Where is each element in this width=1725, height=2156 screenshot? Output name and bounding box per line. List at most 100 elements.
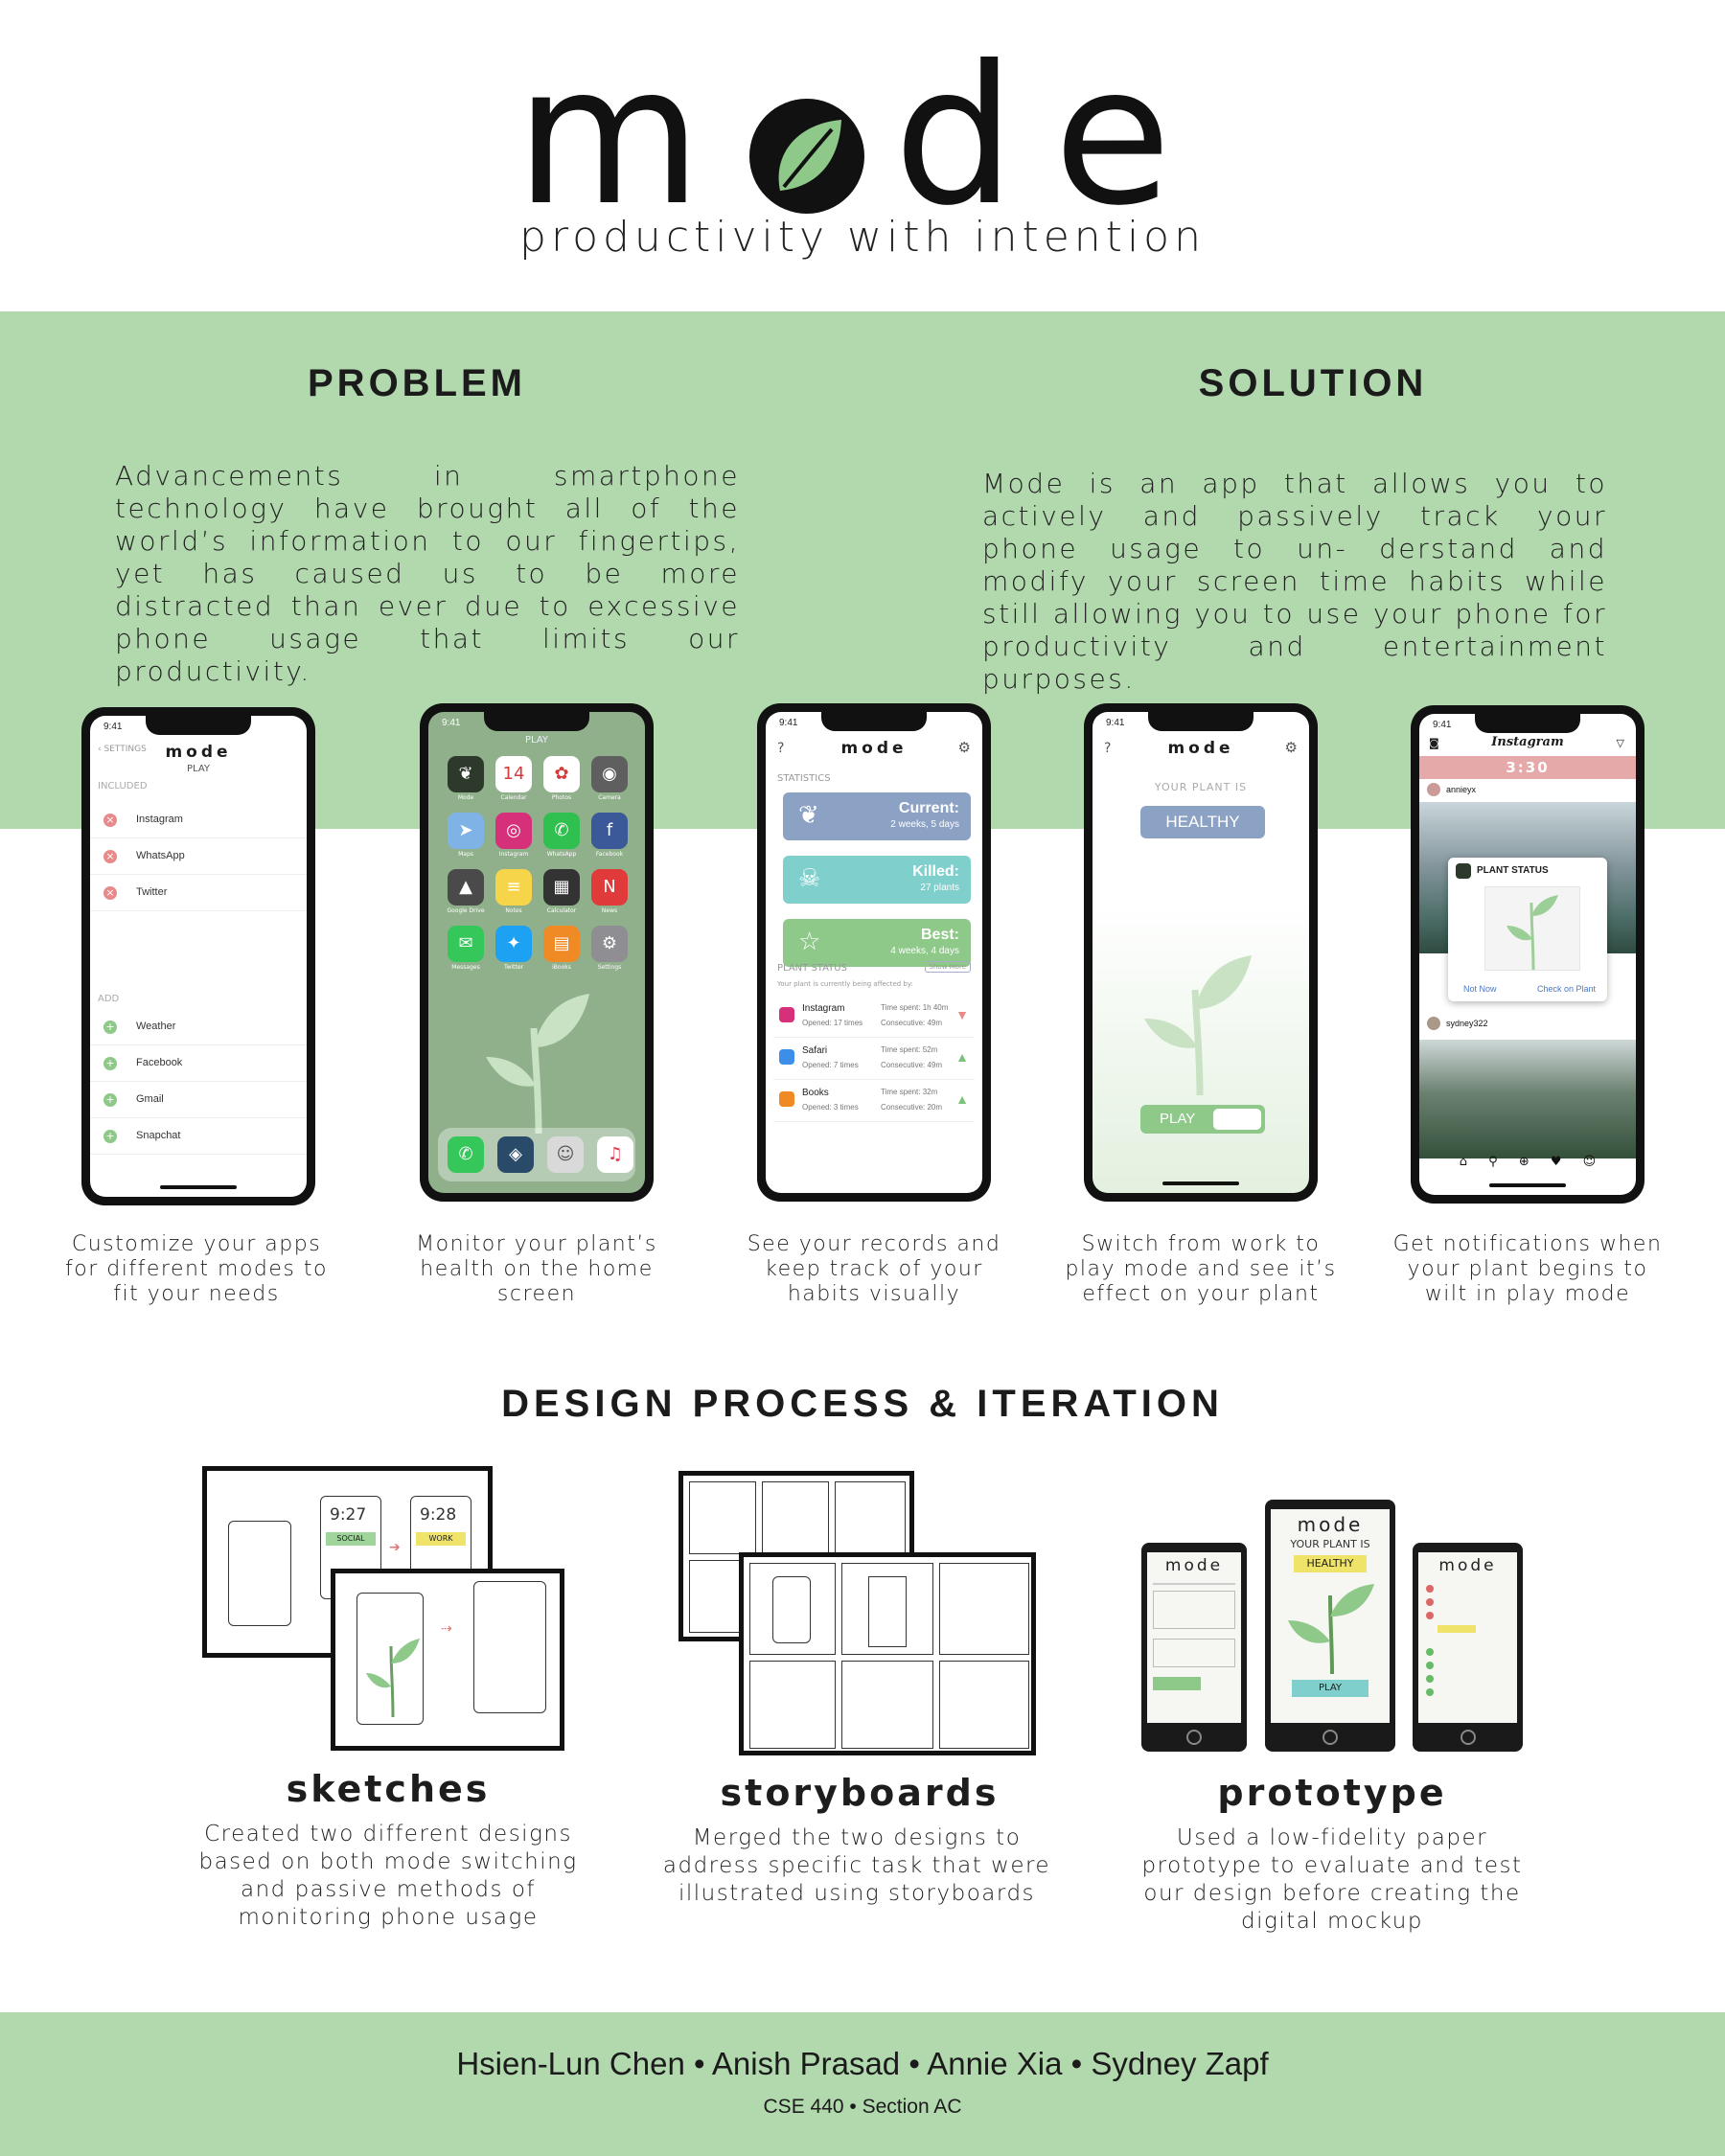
popup-title: PLANT STATUS xyxy=(1477,865,1549,876)
plant-icon xyxy=(486,994,589,1134)
caption-monitor: Monitor your plant’s health on the home … xyxy=(416,1232,657,1306)
mode-indicator: PLAY xyxy=(524,735,548,745)
avatar[interactable] xyxy=(1427,783,1440,796)
problem-title: PROBLEM xyxy=(308,362,526,404)
prototype-settings-screen: mode xyxy=(1413,1543,1523,1752)
tagline: productivity with intention xyxy=(519,213,1206,262)
remove-icon[interactable]: × xyxy=(104,850,117,863)
mode-subtitle: PLAY xyxy=(186,764,210,774)
app-icon-4[interactable]: ➤ Maps xyxy=(446,813,486,858)
caption-switch: Switch from work to play mode and see it… xyxy=(1065,1232,1337,1306)
post-username[interactable]: sydney322 xyxy=(1446,1019,1488,1028)
included-item[interactable]: × WhatsApp xyxy=(90,838,307,875)
music-app-icon[interactable]: ♫ xyxy=(597,1136,633,1173)
app-icon-9[interactable]: ≡ Notes xyxy=(494,869,534,914)
app-icon-3[interactable]: ◉ Camera xyxy=(589,756,630,801)
design-process-title: DESIGN PROCESS & ITERATION xyxy=(501,1383,1224,1425)
add-icon[interactable]: + xyxy=(104,1093,117,1107)
app-icon-13[interactable]: ✦ Twitter xyxy=(494,926,534,971)
plant-status-popup: PLANT STATUS Not Now Check on Plant xyxy=(1448,858,1607,1001)
phone-settings-mockup: 9:41 ‹ SETTINGS mode PLAY INCLUDED × Inst… xyxy=(81,707,315,1205)
add-item[interactable]: + Snapchat xyxy=(90,1118,307,1155)
app-icon-1[interactable]: 14 Calendar xyxy=(494,756,534,801)
app-grid: ❦ Mode 14 Calendar ✿ Photos ◉ Camera ➤ Maps ◎ Insta… xyxy=(442,756,633,982)
post-photo xyxy=(1419,1040,1636,1158)
status-time: 9:41 xyxy=(1106,718,1125,728)
phone-statistics-mockup: 9:41 ? mode ⚙ STATISTICS ❦ Current: 2 week… xyxy=(757,703,991,1202)
remove-icon[interactable]: × xyxy=(104,814,117,827)
prototype-text: Used a low-fidelity paper prototype to e… xyxy=(1141,1825,1523,1934)
gear-icon[interactable]: ⚙ xyxy=(958,739,971,756)
post-username[interactable]: annieyx xyxy=(1446,785,1476,794)
plant-image xyxy=(1484,886,1580,971)
remove-icon[interactable]: × xyxy=(104,886,117,900)
gear-icon[interactable]: ⚙ xyxy=(1285,739,1298,756)
phone-plant-mockup: 9:41 ? mode ⚙ YOUR PLANT IS HEALTHY PLAY… xyxy=(1084,703,1318,1202)
sketches-label: sketches xyxy=(286,1768,491,1810)
app-icon-14[interactable]: ▤ iBooks xyxy=(541,926,582,971)
storyboard-image-front xyxy=(739,1552,1036,1755)
app-icon-12[interactable]: ✉ Messages xyxy=(446,926,486,971)
authors: Hsien-Lun Chen • Anish Prasad • Annie Xi… xyxy=(456,2046,1269,2081)
screen-title: mode xyxy=(840,739,908,758)
profile-icon[interactable]: ☺ xyxy=(1583,1155,1597,1169)
check-plant-button[interactable]: Check on Plant xyxy=(1537,984,1596,994)
app-icon-6[interactable]: ✆ WhatsApp xyxy=(541,813,582,858)
send-icon[interactable]: ▽ xyxy=(1617,737,1624,749)
add-item[interactable]: + Facebook xyxy=(90,1045,307,1082)
safari-app-icon[interactable]: ◈ xyxy=(497,1136,534,1173)
app-icon-0[interactable]: ❦ Mode xyxy=(446,756,486,801)
included-item[interactable]: × Twitter xyxy=(90,875,307,911)
add-post-icon[interactable]: ⊕ xyxy=(1519,1155,1530,1169)
logo-letter-d: d xyxy=(893,25,1054,249)
app-usage-row[interactable]: Safari Opened: 7 times Time spent: 52m Cons… xyxy=(773,1038,975,1080)
storyboards-text: Merged the two designs to address specif… xyxy=(662,1825,1051,1906)
add-label: ADD xyxy=(98,994,120,1004)
app-usage-row[interactable]: Books Opened: 3 times Time spent: 32m Conse… xyxy=(773,1080,975,1122)
app-icon-7[interactable]: f Facebook xyxy=(589,813,630,858)
home-icon[interactable]: ⌂ xyxy=(1460,1155,1467,1169)
sketches-text: Created two different designs based on b… xyxy=(198,1822,578,1930)
status-time: 9:41 xyxy=(104,722,123,732)
screen-title: mode xyxy=(1167,739,1234,758)
app-icon-8[interactable]: ▲ Google Drive xyxy=(446,869,486,914)
not-now-button[interactable]: Not Now xyxy=(1463,984,1497,994)
prototype-plant-screen: mode YOUR PLANT IS HEALTHY PLAY xyxy=(1265,1500,1395,1752)
add-item[interactable]: + Gmail xyxy=(90,1082,307,1118)
add-item[interactable]: + Weather xyxy=(90,1009,307,1045)
app-icon-11[interactable]: N News xyxy=(589,869,630,914)
search-icon[interactable]: ⚲ xyxy=(1488,1155,1498,1169)
heart-icon[interactable]: ♥ xyxy=(1551,1155,1562,1169)
add-icon[interactable]: + xyxy=(104,1021,117,1034)
app-icon-15[interactable]: ⚙ Settings xyxy=(589,926,630,971)
add-icon[interactable]: + xyxy=(104,1057,117,1070)
caption-customize: Customize your apps for different modes … xyxy=(65,1232,328,1306)
session-timer: 3:30 xyxy=(1419,756,1636,779)
app-icon-10[interactable]: ▦ Calculator xyxy=(541,869,582,914)
bottom-nav: ⌂ ⚲ ⊕ ♥ ☺ xyxy=(1419,1155,1636,1178)
app-icon-2[interactable]: ✿ Photos xyxy=(541,756,582,801)
included-item[interactable]: × Instagram xyxy=(90,802,307,838)
solution-title: SOLUTION xyxy=(1198,362,1428,404)
mode-app-icon xyxy=(1456,863,1471,879)
app-title: Instagram xyxy=(1491,735,1564,749)
affected-label: Your plant is currently being affected b… xyxy=(777,980,913,988)
included-label: INCLUDED xyxy=(98,781,148,791)
prototype-label: prototype xyxy=(1217,1772,1447,1814)
logo-letter-m: m xyxy=(515,25,741,249)
storyboards-label: storyboards xyxy=(720,1772,1000,1814)
contacts-app-icon[interactable]: ☺ xyxy=(547,1136,584,1173)
stat-card: ☆ Best: 4 weeks, 4 days xyxy=(783,919,971,967)
phone-app-icon[interactable]: ✆ xyxy=(448,1136,484,1173)
plant-health-badge: HEALTHY xyxy=(1140,806,1265,838)
show-more-button[interactable]: Show More xyxy=(924,961,971,973)
app-usage-row[interactable]: Instagram Opened: 17 times Time spent: 1h … xyxy=(773,996,975,1038)
course-info: CSE 440 • Section AC xyxy=(763,2096,962,2118)
avatar[interactable] xyxy=(1427,1017,1440,1030)
mode-toggle[interactable]: PLAY xyxy=(1140,1105,1265,1134)
problem-text: Advancements in smartphone technology ha… xyxy=(115,460,740,687)
stat-card: ☠ Killed: 27 plants xyxy=(783,856,971,904)
status-time: 9:41 xyxy=(442,718,461,728)
app-icon-5[interactable]: ◎ Instagram xyxy=(494,813,534,858)
add-icon[interactable]: + xyxy=(104,1130,117,1143)
